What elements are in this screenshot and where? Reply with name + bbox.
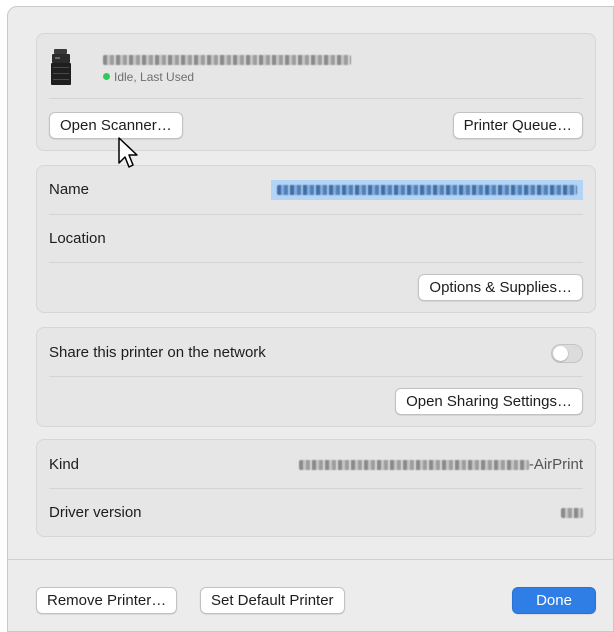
- open-scanner-button[interactable]: Open Scanner…: [49, 112, 183, 139]
- sharing-group: Share this printer on the network Open S…: [36, 327, 596, 427]
- printer-status-text: Idle, Last Used: [114, 70, 195, 84]
- toggle-knob: [553, 346, 568, 361]
- kind-suffix: -AirPrint: [528, 456, 583, 473]
- printer-name-redacted: [103, 51, 351, 69]
- location-label: Location: [49, 230, 106, 247]
- printer-queue-button[interactable]: Printer Queue…: [452, 112, 583, 139]
- details-group: Kind -AirPrint Driver version: [36, 439, 596, 537]
- open-sharing-settings-button[interactable]: Open Sharing Settings…: [395, 388, 583, 415]
- done-button[interactable]: Done: [512, 587, 596, 614]
- footer-divider: [8, 559, 613, 560]
- printer-status: Idle, Last Used: [103, 70, 194, 84]
- location-field[interactable]: [223, 224, 583, 254]
- name-field[interactable]: [271, 180, 583, 200]
- share-printer-label: Share this printer on the network: [49, 344, 266, 361]
- printer-info-group: Name Location Options & Supplies…: [36, 165, 596, 313]
- header-divider: [49, 98, 583, 99]
- kind-label: Kind: [49, 456, 80, 473]
- share-printer-toggle[interactable]: [551, 344, 583, 363]
- printer-header-group: Idle, Last Used Open Scanner… Printer Qu…: [36, 33, 596, 151]
- details-divider: [49, 488, 583, 489]
- options-supplies-button[interactable]: Options & Supplies…: [418, 274, 583, 301]
- driver-version-value: [561, 504, 583, 521]
- name-label: Name: [49, 181, 90, 198]
- printer-info-dialog: Idle, Last Used Open Scanner… Printer Qu…: [7, 6, 614, 632]
- remove-printer-button[interactable]: Remove Printer…: [36, 587, 178, 614]
- set-default-printer-button[interactable]: Set Default Printer: [200, 587, 345, 614]
- printer-icon: [49, 49, 73, 85]
- mouse-cursor-icon: [118, 137, 140, 176]
- info-divider-1: [49, 214, 583, 215]
- info-divider-2: [49, 262, 583, 263]
- status-dot-icon: [103, 73, 110, 80]
- driver-version-label: Driver version: [49, 504, 142, 521]
- sharing-divider: [49, 376, 583, 377]
- kind-value: -AirPrint: [298, 456, 583, 473]
